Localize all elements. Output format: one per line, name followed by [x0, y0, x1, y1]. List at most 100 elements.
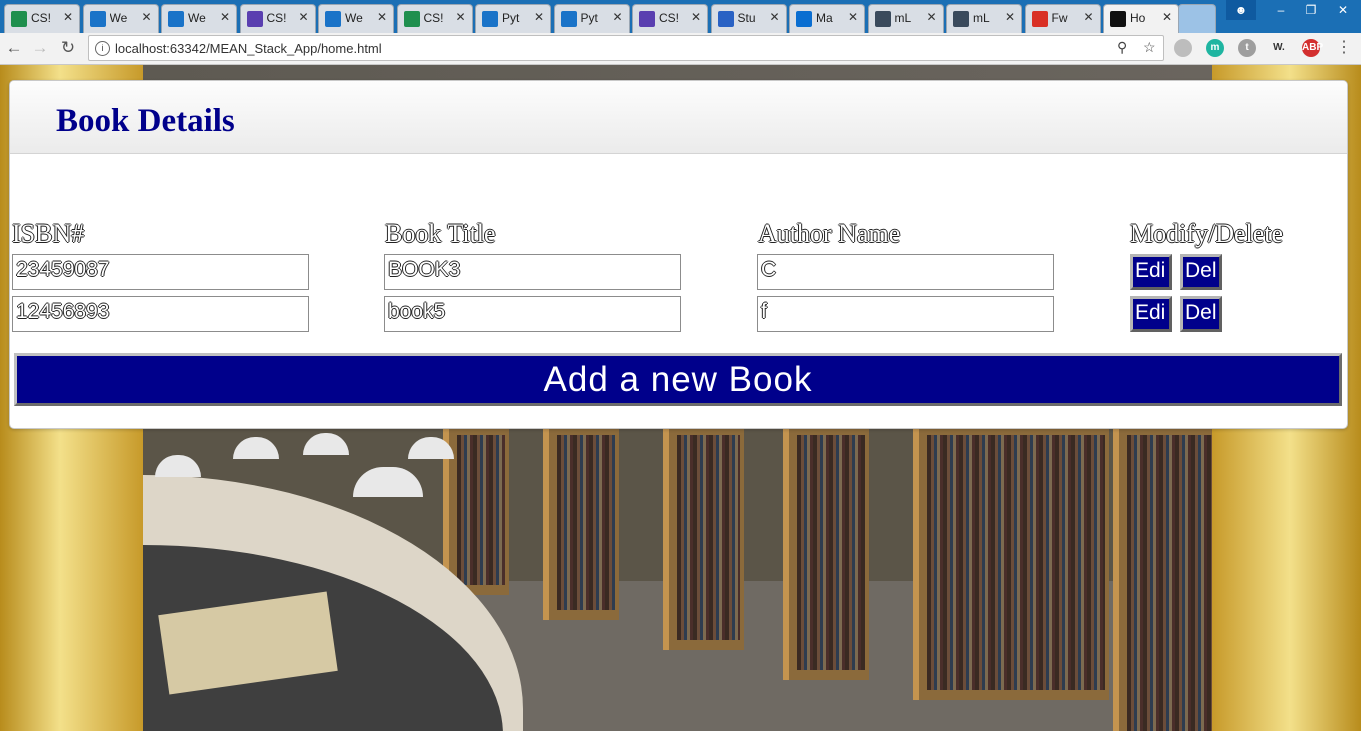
browser-tab[interactable]: Ma ✕	[789, 4, 865, 33]
add-book-button[interactable]: Add a new Book	[14, 353, 1342, 406]
close-tab-icon[interactable]: ✕	[769, 10, 779, 24]
close-tab-icon[interactable]: ✕	[377, 10, 387, 24]
browser-tab[interactable]: CS! ✕	[632, 4, 708, 33]
tab-title: We	[345, 11, 363, 25]
column-header-actions: Modify/Delete	[1130, 219, 1284, 248]
gmail-icon	[1031, 11, 1048, 27]
browser-tab[interactable]: We ✕	[318, 4, 394, 33]
back-icon[interactable]: ←	[4, 38, 24, 58]
close-tab-icon[interactable]: ✕	[141, 10, 151, 24]
chrome-ext-icon[interactable]	[1174, 39, 1192, 57]
forms-icon	[246, 11, 263, 27]
browser-tab[interactable]: CS! ✕	[396, 4, 473, 33]
close-window-icon[interactable]: ✕	[1328, 0, 1358, 20]
forward-icon[interactable]: →	[30, 38, 50, 58]
browser-tab[interactable]: CS! ✕	[4, 4, 80, 33]
close-tab-icon[interactable]: ✕	[298, 10, 308, 24]
translate-ext-icon[interactable]: t	[1238, 39, 1256, 57]
tab-title: We	[188, 11, 206, 25]
minimize-icon[interactable]: –	[1266, 0, 1296, 20]
title-field[interactable]: BOOK3	[384, 254, 681, 290]
browser-tab[interactable]: CS! ✕	[239, 4, 316, 33]
zoom-icon[interactable]: ⚲	[1117, 39, 1127, 56]
bookmark-star-icon[interactable]: ☆	[1143, 39, 1156, 56]
tab-title: We	[109, 11, 128, 25]
browser-tab[interactable]: Stu ✕	[710, 4, 787, 33]
browser-tab[interactable]: Ho ✕	[1103, 4, 1179, 33]
sheets-icon	[403, 11, 420, 27]
close-tab-icon[interactable]: ✕	[691, 10, 701, 24]
page-title: Book Details	[56, 103, 235, 139]
close-tab-icon[interactable]: ✕	[848, 10, 858, 24]
delete-button[interactable]: Del	[1180, 254, 1222, 290]
delete-button[interactable]: Del	[1180, 296, 1222, 332]
column-header-title: Book Title	[385, 219, 496, 248]
box-icon	[482, 11, 498, 27]
tab-title: CS!	[266, 11, 287, 25]
reload-icon[interactable]: ↻	[58, 38, 78, 58]
close-tab-icon[interactable]: ✕	[612, 10, 622, 24]
box-icon	[325, 11, 341, 27]
address-url[interactable]: localhost:63342/MEAN_Stack_App/home.html	[115, 41, 382, 56]
column-header-author: Author Name	[758, 219, 901, 248]
m-ext-icon[interactable]: m	[1206, 39, 1224, 57]
box-icon	[89, 11, 106, 27]
close-tab-icon[interactable]: ✕	[63, 10, 73, 24]
browser-tab[interactable]: Pyt ✕	[475, 4, 551, 33]
profile-icon[interactable]: ☻	[1226, 0, 1256, 20]
author-field[interactable]: C	[757, 254, 1054, 290]
panel-heading: Book Details	[10, 81, 1347, 154]
close-tab-icon[interactable]: ✕	[1162, 10, 1172, 24]
outlook-icon	[796, 11, 812, 27]
tab-strip: CS! ✕ We ✕ We ✕ CS! ✕ We ✕ CS! ✕ Pyt ✕ Pyt ✕ CS! ✕ Stu ✕ Ma ✕…	[0, 0, 1361, 33]
author-field[interactable]: f	[757, 296, 1054, 332]
isbn-field[interactable]: 23459087	[12, 254, 309, 290]
close-tab-icon[interactable]: ✕	[1005, 10, 1015, 24]
box-icon	[168, 11, 184, 27]
book-details-panel: Book Details ISBN# Book Title Author Nam…	[9, 80, 1348, 429]
address-bar[interactable]: i localhost:63342/MEAN_Stack_App/home.ht…	[88, 35, 1164, 61]
browser-tab[interactable]: mL ✕	[946, 4, 1022, 33]
browser-tab[interactable]: Pyt ✕	[553, 4, 630, 33]
column-header-isbn: ISBN#	[12, 219, 85, 248]
maximize-icon[interactable]: ❐	[1296, 0, 1326, 20]
close-tab-icon[interactable]: ✕	[534, 10, 544, 24]
site-info-icon[interactable]: i	[95, 41, 110, 56]
box-icon	[560, 11, 577, 27]
library-background-image	[143, 425, 1212, 731]
edit-button[interactable]: Edi	[1130, 296, 1172, 332]
tab-title: CS!	[423, 11, 444, 25]
tab-title: CS!	[659, 11, 680, 25]
tab-title: Pyt	[502, 11, 520, 25]
browser-tab[interactable]: We ✕	[161, 4, 237, 33]
page-background: Book Details ISBN# Book Title Author Nam…	[0, 65, 1361, 731]
close-tab-icon[interactable]: ✕	[1083, 10, 1093, 24]
close-tab-icon[interactable]: ✕	[455, 10, 465, 24]
close-tab-icon[interactable]: ✕	[220, 10, 230, 24]
tab-title: mL	[894, 11, 912, 25]
tab-title: Fw	[1051, 11, 1068, 25]
isbn-field[interactable]: 12456893	[12, 296, 309, 332]
tab-title: mL	[973, 11, 990, 25]
edit-button[interactable]: Edi	[1130, 254, 1172, 290]
tab-title: Pyt	[580, 11, 598, 25]
w-ext-icon[interactable]: W.	[1270, 39, 1288, 57]
browser-tab[interactable]: mL ✕	[867, 4, 944, 33]
browser-tab[interactable]: Fw ✕	[1024, 4, 1101, 33]
tab-title: Stu	[737, 11, 756, 25]
browser-tab[interactable]: We ✕	[82, 4, 159, 33]
new-tab-button[interactable]	[1178, 4, 1216, 33]
tab-title: CS!	[31, 11, 52, 25]
adblock-plus-icon[interactable]: ABP	[1302, 39, 1323, 57]
mlab-icon	[874, 11, 891, 27]
studio-icon	[717, 11, 734, 27]
forms-icon	[639, 11, 655, 27]
title-field[interactable]: book5	[384, 296, 681, 332]
webstorm-icon	[1110, 11, 1126, 27]
menu-icon[interactable]: ⋮	[1334, 38, 1354, 58]
tab-title: Ho	[1130, 11, 1146, 25]
mlab-icon	[953, 11, 969, 27]
sheets-icon	[11, 11, 27, 27]
browser-toolbar: ← → ↻ i localhost:63342/MEAN_Stack_App/h…	[0, 33, 1361, 65]
close-tab-icon[interactable]: ✕	[926, 10, 936, 24]
